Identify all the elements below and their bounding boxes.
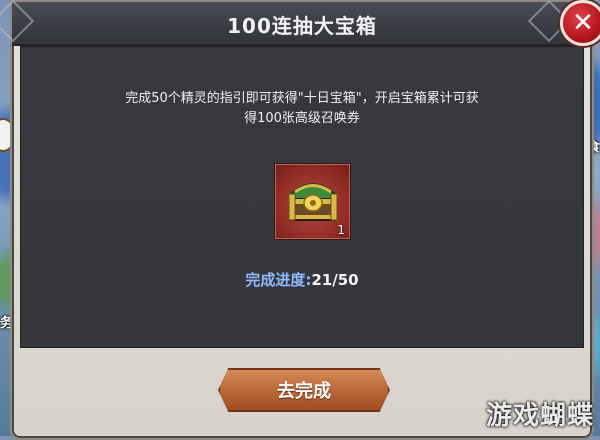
progress-label: 完成进度: bbox=[245, 271, 312, 289]
dialog-title: 100连抽大宝箱 bbox=[227, 14, 377, 38]
go-complete-button[interactable]: 去完成 bbox=[218, 368, 390, 412]
reward-count: 1 bbox=[337, 223, 345, 237]
task-description-line2: 得100张高级召唤券 bbox=[244, 111, 360, 126]
close-button[interactable]: ✕ bbox=[560, 0, 600, 46]
go-complete-button-label: 去完成 bbox=[277, 381, 331, 402]
reward-item-slot[interactable]: 1 bbox=[274, 163, 351, 240]
treasure-chest-icon bbox=[288, 183, 338, 221]
progress-text: 完成进度:21/50 bbox=[21, 269, 583, 290]
watermark-text: 游戏蝴蝶 bbox=[485, 401, 594, 431]
event-dialog: 100连抽大宝箱 完成50个精灵的指引即可获得"十日宝箱"，开启宝箱累计可获 得… bbox=[0, 0, 594, 440]
dialog-title-bar: 100连抽大宝箱 bbox=[0, 0, 592, 46]
close-icon: ✕ bbox=[572, 8, 594, 38]
task-description-line1: 完成50个精灵的指引即可获得"十日宝箱"，开启宝箱累计可获 bbox=[125, 91, 479, 106]
dialog-content: 完成50个精灵的指引即可获得"十日宝箱"，开启宝箱累计可获 得100张高级召唤券… bbox=[20, 46, 584, 348]
task-description: 完成50个精灵的指引即可获得"十日宝箱"，开启宝箱累计可获 得100张高级召唤券 bbox=[61, 89, 543, 129]
progress-value: 21/50 bbox=[311, 271, 359, 289]
